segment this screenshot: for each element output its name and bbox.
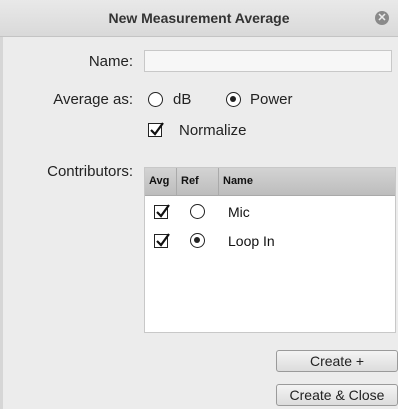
contributor-name: Mic [228, 204, 250, 220]
average-power-radio[interactable] [226, 92, 241, 107]
create-and-close-button[interactable]: Create & Close [276, 384, 398, 406]
average-as-label: Average as: [53, 91, 133, 108]
normalize-label: Normalize [179, 122, 247, 139]
ref-radio[interactable] [190, 204, 205, 219]
contributors-label: Contributors: [47, 163, 133, 180]
average-power-label: Power [250, 91, 293, 108]
ref-radio[interactable] [190, 233, 205, 248]
normalize-checkbox[interactable] [148, 122, 164, 137]
table-row[interactable]: Mic [145, 201, 395, 227]
avg-checkbox[interactable] [154, 233, 170, 248]
name-input[interactable] [144, 50, 392, 72]
radio-selected-dot [194, 237, 200, 243]
table-header: Avg Ref Name [145, 168, 395, 196]
column-header-ref[interactable]: Ref [177, 168, 219, 195]
average-db-label: dB [173, 91, 192, 108]
window-edge [0, 0, 3, 409]
table-row[interactable]: Loop In [145, 230, 395, 256]
dialog-window: New Measurement Average ✕ Name: Average … [0, 0, 398, 409]
contributors-table: Avg Ref Name Mic Loop In [144, 167, 396, 333]
create-button[interactable]: Create + [276, 350, 398, 372]
name-label: Name: [88, 53, 133, 70]
column-header-avg[interactable]: Avg [145, 168, 177, 195]
contributor-name: Loop In [228, 233, 275, 249]
window-title: New Measurement Average [108, 10, 290, 26]
checkmark-icon [156, 233, 170, 247]
close-icon[interactable]: ✕ [375, 11, 389, 25]
checkmark-icon [150, 122, 164, 136]
title-bar: New Measurement Average ✕ [0, 0, 398, 37]
column-header-name[interactable]: Name [219, 168, 395, 195]
average-db-radio[interactable] [148, 92, 163, 107]
avg-checkbox[interactable] [154, 204, 170, 219]
radio-selected-dot [230, 96, 236, 102]
checkmark-icon [156, 204, 170, 218]
